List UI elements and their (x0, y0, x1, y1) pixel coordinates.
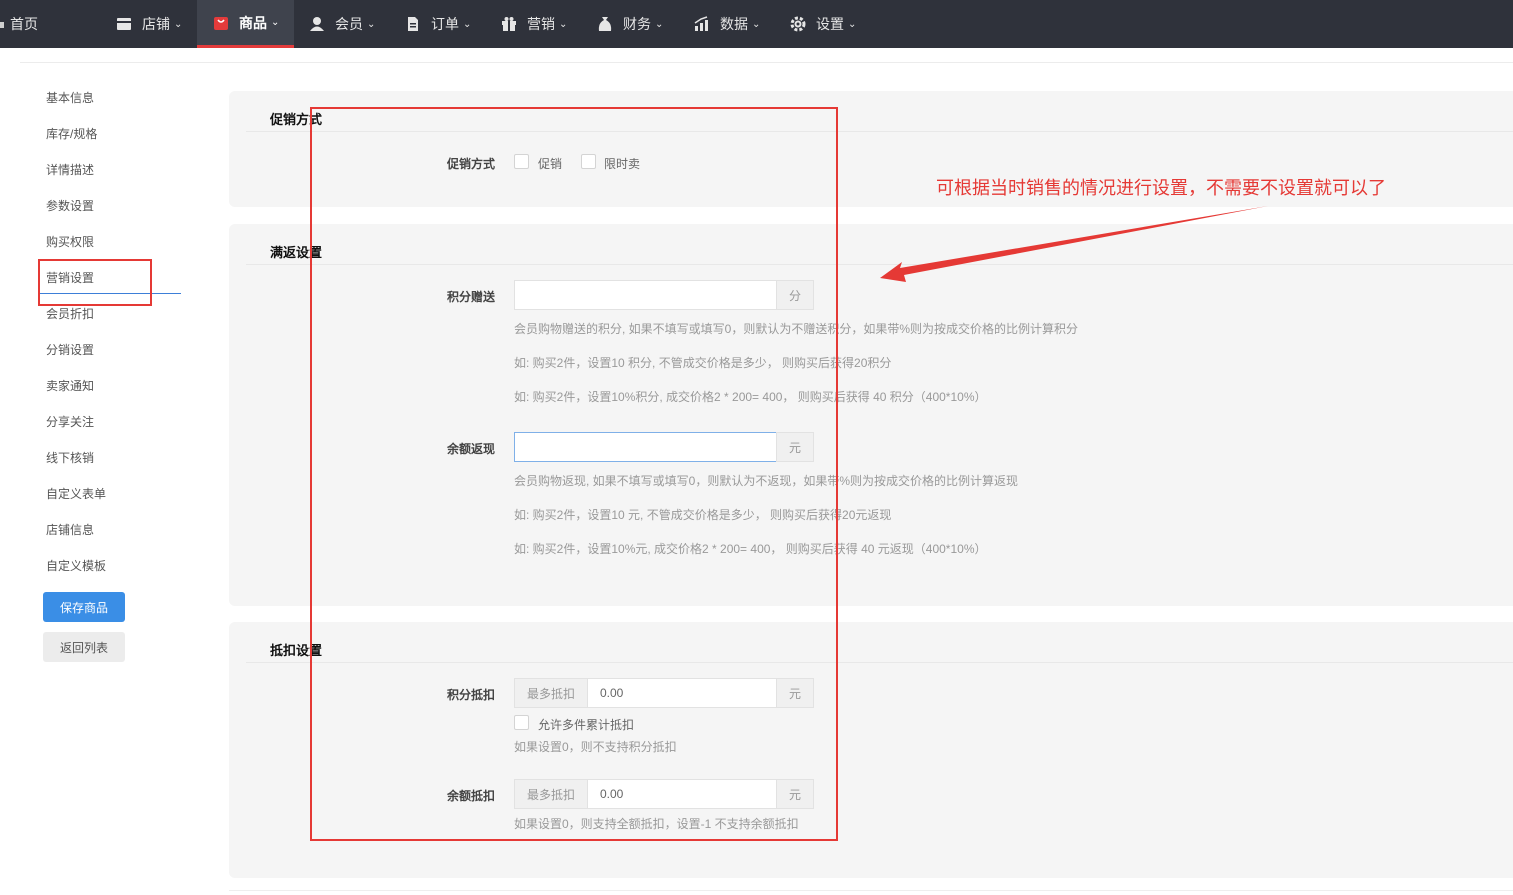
annotation-arrow-icon (880, 206, 1268, 282)
